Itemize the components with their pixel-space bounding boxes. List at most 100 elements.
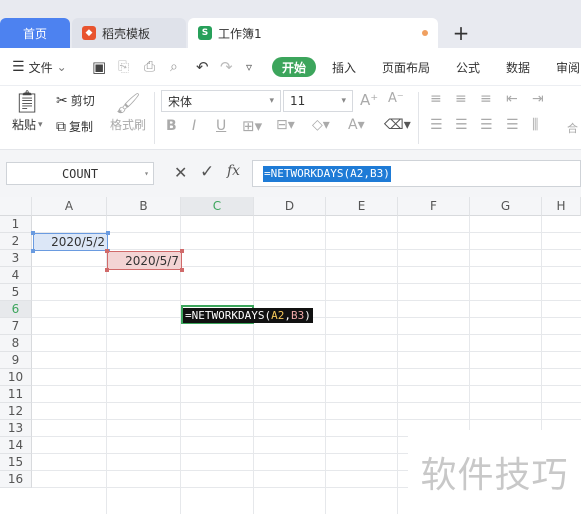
indent-decrease-icon[interactable]: ⇤: [506, 91, 518, 107]
row-header[interactable]: 2: [0, 233, 32, 250]
select-all-corner[interactable]: [0, 197, 32, 216]
align-bottom-icon[interactable]: ≡: [480, 91, 492, 107]
formula-ref-b3: B3: [290, 309, 305, 322]
menu-insert[interactable]: 插入: [332, 48, 356, 86]
distribute-icon[interactable]: ⫼: [532, 117, 538, 133]
menu-formulas[interactable]: 公式: [456, 48, 480, 86]
tab-workbook[interactable]: S 工作簿1: [188, 18, 438, 48]
save-icon[interactable]: ▣: [92, 48, 106, 86]
decrease-font-icon[interactable]: A⁻: [388, 91, 404, 106]
font-color-icon[interactable]: A▾: [348, 117, 365, 133]
print-icon[interactable]: ⎙: [144, 48, 155, 86]
resize-handle[interactable]: [180, 268, 184, 272]
menu-review[interactable]: 审阅: [556, 48, 580, 86]
row-header[interactable]: 13: [0, 420, 32, 437]
cell-a2-reference-highlight[interactable]: 2020/5/2: [31, 231, 110, 253]
column-header-c[interactable]: C: [181, 197, 254, 216]
column-header-f[interactable]: F: [398, 197, 470, 216]
format-painter-button[interactable]: 🖌︎ 格式刷: [110, 92, 146, 133]
row-header[interactable]: 4: [0, 267, 32, 284]
underline-icon[interactable]: U: [216, 118, 226, 134]
eraser-icon[interactable]: ⌫▾: [384, 117, 411, 133]
resize-handle[interactable]: [180, 249, 184, 253]
formula-close-paren: ): [304, 309, 311, 322]
italic-icon[interactable]: I: [192, 118, 196, 134]
redo-icon[interactable]: ↷: [220, 48, 233, 86]
add-tab-button[interactable]: +: [448, 20, 474, 46]
row-header[interactable]: 9: [0, 352, 32, 369]
formula-text-selected: =NETWORKDAYS(A2,B3): [263, 166, 391, 182]
bold-icon[interactable]: B: [166, 118, 177, 134]
merge-center-button[interactable]: 合: [567, 120, 578, 136]
font-name-value: 宋体: [168, 94, 193, 109]
gridline: [325, 216, 326, 514]
undo-icon[interactable]: ↶: [196, 48, 209, 86]
row-header[interactable]: 1: [0, 216, 32, 233]
paste-button[interactable]: 📋︎ 粘贴 ▾: [12, 92, 43, 133]
resize-handle[interactable]: [105, 268, 109, 272]
gridline: [32, 385, 581, 386]
row-header[interactable]: 16: [0, 471, 32, 488]
cut-button[interactable]: ✂ 剪切: [56, 92, 95, 109]
row-header[interactable]: 14: [0, 437, 32, 454]
row-header[interactable]: 6: [0, 301, 32, 318]
formula-input[interactable]: =NETWORKDAYS(A2,B3): [252, 160, 581, 187]
tab-docer-template[interactable]: ◆ 稻壳模板: [72, 18, 186, 48]
align-top-icon[interactable]: ≡: [430, 91, 442, 107]
column-header-g[interactable]: G: [470, 197, 542, 216]
name-box[interactable]: COUNT ▾: [6, 162, 154, 185]
cell-style-icon[interactable]: ⊟▾: [276, 117, 295, 133]
resize-handle[interactable]: [106, 231, 110, 235]
menu-start[interactable]: 开始: [272, 57, 316, 77]
row-header[interactable]: 5: [0, 284, 32, 301]
borders-icon[interactable]: ⊞▾: [242, 117, 262, 135]
name-box-value: COUNT: [61, 166, 99, 181]
resize-handle[interactable]: [31, 249, 35, 253]
resize-handle[interactable]: [31, 231, 35, 235]
resize-handle[interactable]: [105, 249, 109, 253]
font-name-dropdown[interactable]: 宋体 ▾: [161, 90, 281, 112]
row-header[interactable]: 8: [0, 335, 32, 352]
gridline: [32, 351, 581, 352]
align-middle-icon[interactable]: ≡: [455, 91, 467, 107]
print-preview-icon[interactable]: ⌕: [170, 48, 178, 86]
scissors-icon: ✂: [56, 92, 68, 109]
row-header[interactable]: 15: [0, 454, 32, 471]
cell-b3-value: 2020/5/7: [125, 254, 179, 268]
cancel-formula-icon[interactable]: ✕: [174, 163, 187, 182]
column-header-b[interactable]: B: [107, 197, 181, 216]
confirm-formula-icon[interactable]: ✓: [200, 162, 214, 182]
copy-button[interactable]: ⧉ 复制: [56, 118, 93, 135]
column-header-a[interactable]: A: [32, 197, 107, 216]
fill-color-icon[interactable]: ◇▾: [312, 117, 330, 133]
column-header-e[interactable]: E: [326, 197, 398, 216]
in-cell-formula-editor[interactable]: =NETWORKDAYS( A2 , B3 ): [183, 308, 313, 323]
align-left-icon[interactable]: ☰: [430, 117, 443, 133]
tab-home[interactable]: 首页: [0, 18, 70, 48]
tab-home-label: 首页: [22, 26, 47, 41]
file-menu-label: 文件: [28, 60, 53, 75]
column-header-d[interactable]: D: [254, 197, 326, 216]
indent-increase-icon[interactable]: ⇥: [532, 91, 544, 107]
insert-function-button[interactable]: fx: [227, 163, 240, 179]
increase-font-icon[interactable]: A⁺: [360, 91, 378, 109]
file-menu[interactable]: ☰ 文件 ⌄: [12, 48, 67, 86]
row-header[interactable]: 7: [0, 318, 32, 335]
menu-page-layout[interactable]: 页面布局: [382, 48, 430, 86]
row-header[interactable]: 10: [0, 369, 32, 386]
menu-data[interactable]: 数据: [506, 48, 530, 86]
align-center-icon[interactable]: ☰: [455, 117, 468, 133]
row-header[interactable]: 11: [0, 386, 32, 403]
watermark: 软件技巧: [408, 430, 581, 514]
font-size-dropdown[interactable]: 11 ▾: [283, 90, 353, 112]
menu-bar: ☰ 文件 ⌄ ▣ ⎘ ⎙ ⌕ ↶ ↷ ▿ 开始 插入 页面布局 公式 数据 审阅: [0, 48, 581, 86]
tab-template-label: 稻壳模板: [102, 26, 151, 41]
row-header[interactable]: 3: [0, 250, 32, 267]
cell-b3-reference-highlight[interactable]: 2020/5/7: [105, 249, 184, 272]
column-header-h[interactable]: H: [542, 197, 581, 216]
justify-icon[interactable]: ☰: [506, 117, 519, 133]
row-header[interactable]: 12: [0, 403, 32, 420]
align-right-icon[interactable]: ☰: [480, 117, 493, 133]
export-icon[interactable]: ⎘: [118, 48, 129, 86]
quick-access-dropdown-icon[interactable]: ▿: [246, 48, 252, 86]
